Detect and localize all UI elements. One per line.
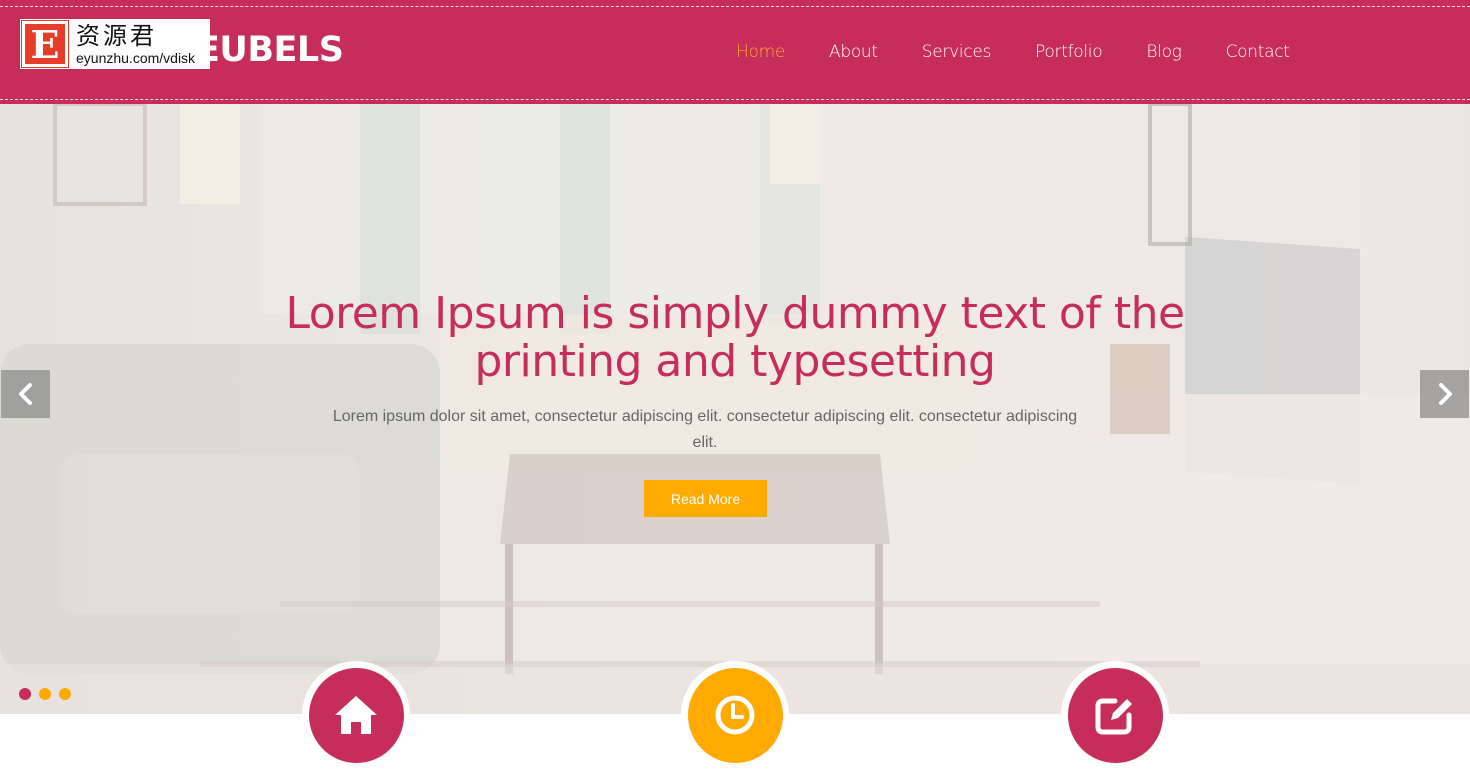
slider-next-button[interactable] [1420, 370, 1469, 418]
site-header: EUBELS E 资源君 eyunzhu.com/vdisk Home Abou… [0, 0, 1470, 104]
main-nav: Home About Services Portfolio Blog Conta… [736, 42, 1334, 62]
feature-home[interactable] [302, 661, 410, 769]
slide-dot-1[interactable] [19, 688, 31, 700]
slide-dot-2[interactable] [39, 688, 51, 700]
hero-title: Lorem Ipsum is simply dummy text of the … [285, 288, 1185, 387]
chevron-right-icon [1438, 383, 1452, 405]
nav-blog[interactable]: Blog [1146, 42, 1182, 62]
watermark-logo-icon: E [21, 20, 69, 68]
home-icon [335, 696, 377, 734]
nav-about[interactable]: About [829, 42, 878, 62]
feature-clock[interactable] [681, 661, 789, 769]
feature-edit[interactable] [1061, 661, 1169, 769]
slider-pagination [19, 688, 79, 700]
nav-portfolio[interactable]: Portfolio [1035, 42, 1103, 62]
watermark-url: eyunzhu.com/vdisk [76, 49, 196, 66]
site-logo[interactable]: EUBELS [196, 30, 344, 70]
hero-slider: Lorem Ipsum is simply dummy text of the … [0, 104, 1470, 714]
slider-prev-button[interactable] [1, 370, 50, 418]
edit-icon [1095, 698, 1132, 735]
nav-services[interactable]: Services [922, 42, 992, 62]
nav-home[interactable]: Home [736, 42, 785, 62]
watermark-overlay: E 资源君 eyunzhu.com/vdisk [20, 19, 210, 69]
feature-edit-circle [1067, 667, 1163, 763]
feature-clock-circle [687, 667, 783, 763]
watermark-chinese: 资源君 [76, 21, 157, 50]
hero-subtitle: Lorem ipsum dolor sit amet, consectetur … [332, 408, 1078, 451]
chevron-left-icon [18, 383, 32, 405]
slide-dot-3[interactable] [59, 688, 71, 700]
clock-icon [715, 695, 755, 735]
read-more-button[interactable]: Read More [644, 480, 767, 517]
nav-contact[interactable]: Contact [1226, 42, 1290, 62]
watermark-text: 资源君 eyunzhu.com/vdisk [76, 24, 195, 65]
feature-home-circle [308, 667, 404, 763]
